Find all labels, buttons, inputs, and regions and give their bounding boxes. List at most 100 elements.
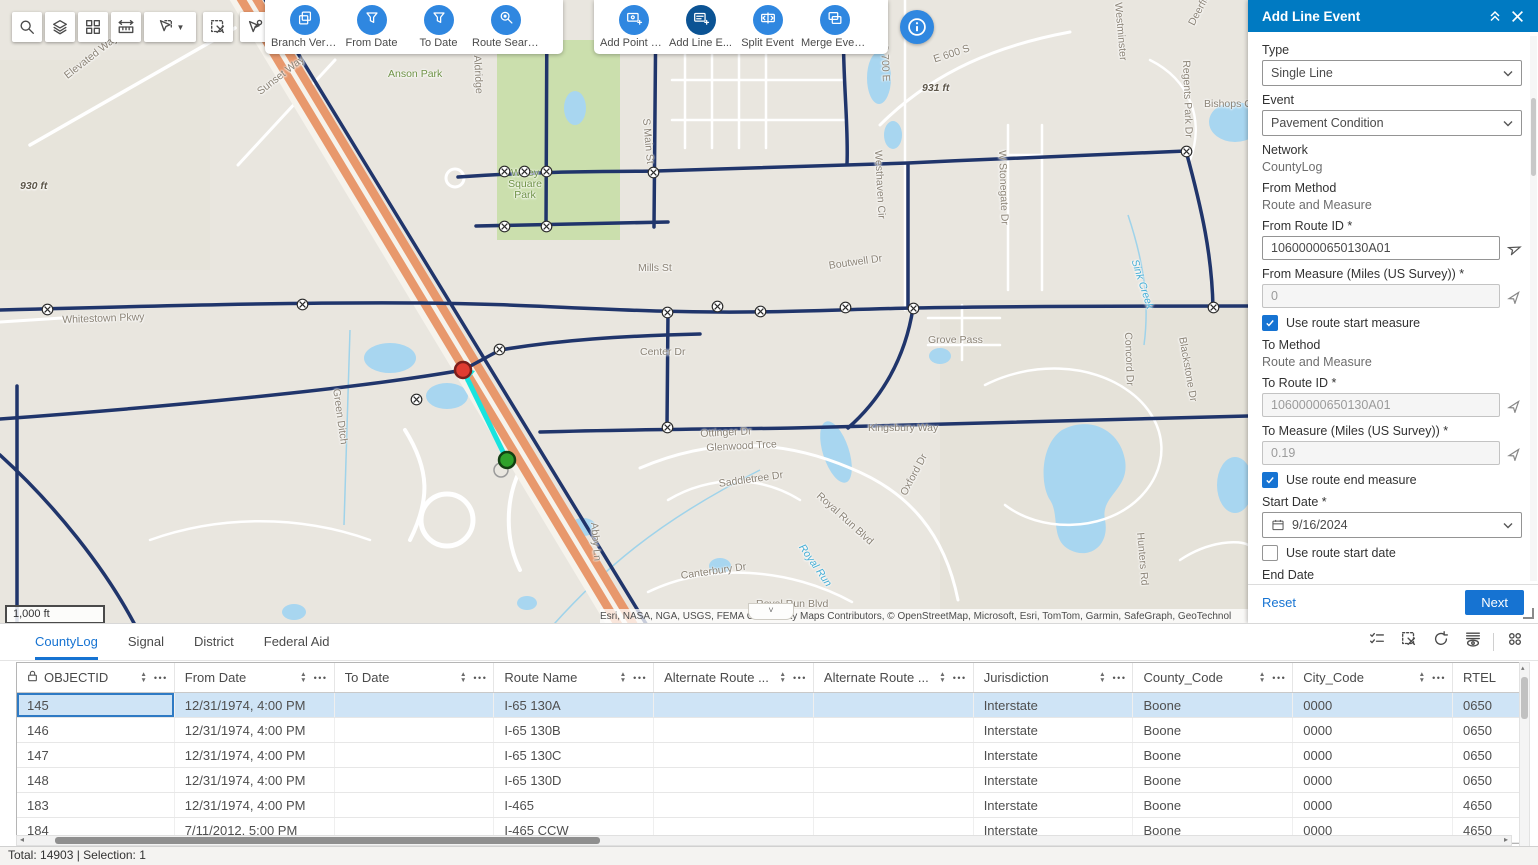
- table-cell[interactable]: 12/31/1974, 4:00 PM: [175, 718, 335, 742]
- layers-button[interactable]: [45, 12, 75, 42]
- table-cell[interactable]: I-65 130B: [494, 718, 654, 742]
- table-cell[interactable]: [335, 693, 495, 717]
- panel-resize-handle[interactable]: [1523, 608, 1534, 619]
- table-cell[interactable]: [335, 743, 495, 767]
- table-row[interactable]: 14812/31/1974, 4:00 PMI-65 130DInterstat…: [17, 768, 1521, 793]
- column-menu-icon[interactable]: •••: [793, 673, 807, 683]
- table-cell[interactable]: [814, 768, 974, 792]
- pick-measure-on-map-icon[interactable]: [1507, 446, 1522, 461]
- table-cell[interactable]: 0000: [1293, 718, 1453, 742]
- info-button[interactable]: [900, 10, 934, 44]
- column-header-jurisdiction[interactable]: Jurisdiction▲▼•••: [974, 663, 1134, 692]
- to-date-button[interactable]: To Date: [405, 5, 472, 49]
- table-cell[interactable]: Boone: [1133, 768, 1293, 792]
- table-cell[interactable]: I-65 130C: [494, 743, 654, 767]
- column-header-rtel[interactable]: RTEL: [1453, 663, 1521, 692]
- table-row[interactable]: 14512/31/1974, 4:00 PMI-65 130AInterstat…: [17, 693, 1521, 718]
- table-cell[interactable]: [814, 793, 974, 817]
- sort-icon[interactable]: ▲▼: [1099, 672, 1105, 683]
- table-cell[interactable]: [814, 743, 974, 767]
- select-button[interactable]: ▼: [144, 12, 196, 42]
- pick-route-on-map-icon[interactable]: [1504, 238, 1524, 258]
- pick-route-on-map-icon[interactable]: [1507, 398, 1522, 413]
- table-cell[interactable]: I-65 130A: [494, 693, 654, 717]
- tab-signal[interactable]: Signal: [128, 625, 164, 660]
- table-cell[interactable]: 12/31/1974, 4:00 PM: [175, 768, 335, 792]
- column-header-alternate-route-[interactable]: Alternate Route ...▲▼•••: [654, 663, 814, 692]
- add-line-e-button[interactable]: Add Line E...: [667, 5, 734, 49]
- start-date-input[interactable]: 9/16/2024: [1262, 512, 1522, 538]
- table-row[interactable]: 18312/31/1974, 4:00 PMI-465InterstateBoo…: [17, 793, 1521, 818]
- table-cell[interactable]: 145: [17, 693, 175, 717]
- sort-icon[interactable]: ▲▼: [300, 672, 306, 683]
- refresh-table-button[interactable]: [1427, 628, 1454, 655]
- next-button[interactable]: Next: [1465, 590, 1524, 615]
- use-route-start-date-row[interactable]: Use route start date: [1262, 545, 1522, 561]
- table-cell[interactable]: [335, 718, 495, 742]
- table-cell[interactable]: [814, 693, 974, 717]
- column-menu-icon[interactable]: •••: [314, 673, 328, 683]
- type-select[interactable]: Single Line: [1262, 60, 1522, 86]
- tab-federal-aid[interactable]: Federal Aid: [264, 625, 330, 660]
- table-cell[interactable]: [814, 718, 974, 742]
- table-options-button[interactable]: [1501, 628, 1528, 655]
- column-header-city-code[interactable]: City_Code▲▼•••: [1293, 663, 1453, 692]
- map-canvas[interactable]: 930 ftElevated WaySunset WayAnson ParkAl…: [0, 0, 1248, 625]
- reset-link[interactable]: Reset: [1262, 595, 1465, 610]
- hide-columns-button[interactable]: [1459, 628, 1486, 655]
- table-cell[interactable]: Interstate: [974, 793, 1134, 817]
- search-button[interactable]: [12, 12, 42, 42]
- table-cell[interactable]: Boone: [1133, 718, 1293, 742]
- sort-icon[interactable]: ▲▼: [939, 672, 945, 683]
- panel-scrollbar[interactable]: [1530, 36, 1537, 581]
- table-cell[interactable]: Boone: [1133, 743, 1293, 767]
- table-cell[interactable]: 4650: [1453, 793, 1521, 817]
- column-menu-icon[interactable]: •••: [473, 673, 487, 683]
- split-event-button[interactable]: Split Event: [734, 5, 801, 49]
- column-header-to-date[interactable]: To Date▲▼•••: [335, 663, 495, 692]
- event-select[interactable]: Pavement Condition: [1262, 110, 1522, 136]
- table-cell[interactable]: [654, 768, 814, 792]
- add-point-e-button[interactable]: Add Point E...: [600, 5, 667, 49]
- table-cell[interactable]: Interstate: [974, 718, 1134, 742]
- table-cell[interactable]: 12/31/1974, 4:00 PM: [175, 693, 335, 717]
- column-menu-icon[interactable]: •••: [1272, 673, 1286, 683]
- from-date-button[interactable]: From Date: [338, 5, 405, 49]
- table-cell[interactable]: 0650: [1453, 693, 1521, 717]
- use-route-start-measure-row[interactable]: Use route start measure: [1262, 315, 1522, 331]
- table-cell[interactable]: 183: [17, 793, 175, 817]
- column-header-county-code[interactable]: County_Code▲▼•••: [1133, 663, 1293, 692]
- column-header-from-date[interactable]: From Date▲▼•••: [175, 663, 335, 692]
- sort-icon[interactable]: ▲▼: [1259, 672, 1265, 683]
- show-selected-records-button[interactable]: [1363, 628, 1390, 655]
- close-panel-button[interactable]: [1506, 5, 1528, 27]
- branch-vers-button[interactable]: Branch Vers...: [271, 5, 338, 49]
- attribution-collapse-button[interactable]: ˅: [748, 603, 794, 620]
- measure-button[interactable]: [111, 12, 141, 42]
- table-cell[interactable]: 0650: [1453, 718, 1521, 742]
- use-route-end-measure-checkbox[interactable]: [1262, 472, 1278, 488]
- collapse-panel-button[interactable]: [1484, 5, 1506, 27]
- table-cell[interactable]: 147: [17, 743, 175, 767]
- sort-icon[interactable]: ▲▼: [1419, 672, 1425, 683]
- use-route-start-date-checkbox[interactable]: [1262, 545, 1278, 561]
- use-route-start-measure-checkbox[interactable]: [1262, 315, 1278, 331]
- table-cell[interactable]: I-465: [494, 793, 654, 817]
- column-header-alternate-route-[interactable]: Alternate Route ...▲▼•••: [814, 663, 974, 692]
- merge-events-button[interactable]: Merge Events: [801, 5, 868, 49]
- table-cell[interactable]: [335, 793, 495, 817]
- table-cell[interactable]: Boone: [1133, 793, 1293, 817]
- table-cell[interactable]: 12/31/1974, 4:00 PM: [175, 743, 335, 767]
- pick-measure-on-map-icon[interactable]: [1507, 289, 1522, 304]
- sort-icon[interactable]: ▲▼: [780, 672, 786, 683]
- table-cell[interactable]: Boone: [1133, 693, 1293, 717]
- table-cell[interactable]: 0650: [1453, 743, 1521, 767]
- table-cell[interactable]: Interstate: [974, 743, 1134, 767]
- table-row[interactable]: 14712/31/1974, 4:00 PM I-65 130C Interstat…: [17, 743, 1521, 768]
- table-cell[interactable]: [654, 793, 814, 817]
- table-row[interactable]: 14612/31/1974, 4:00 PMI-65 130BInterstat…: [17, 718, 1521, 743]
- table-cell[interactable]: 0650: [1453, 768, 1521, 792]
- sort-icon[interactable]: ▲▼: [620, 672, 626, 683]
- column-menu-icon[interactable]: •••: [953, 673, 967, 683]
- column-menu-icon[interactable]: •••: [154, 673, 168, 683]
